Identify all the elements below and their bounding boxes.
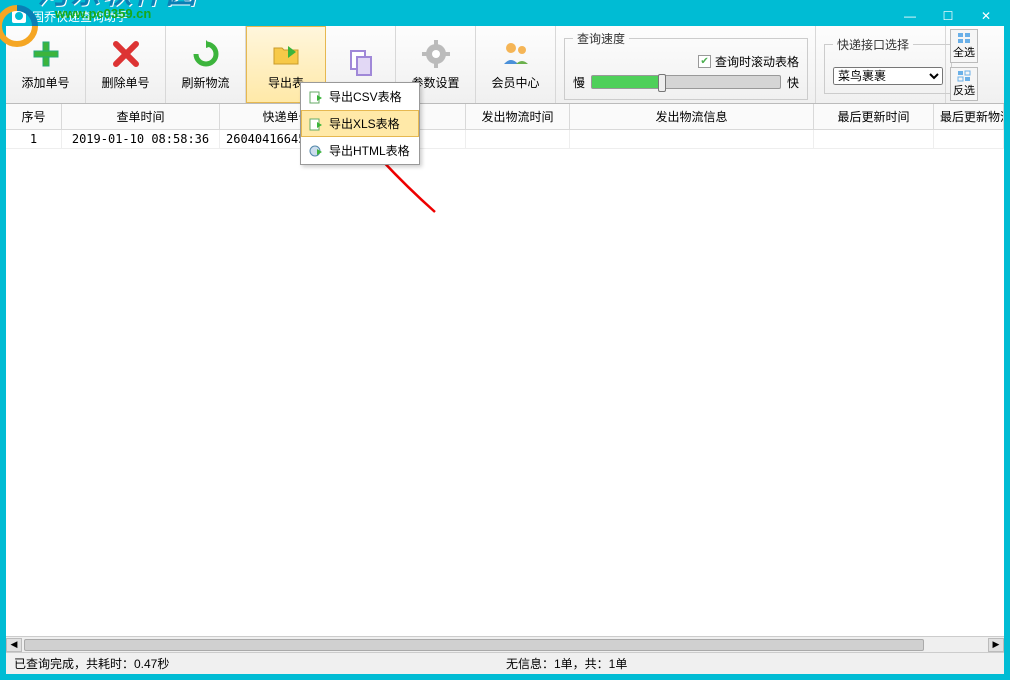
scroll-checkbox[interactable]: ✔ 查询时滚动表格 xyxy=(573,53,799,70)
speed-panel: 查询速度 ✔ 查询时滚动表格 慢 快 xyxy=(556,26,816,103)
cell-time[interactable]: 2019-01-10 08:58:36 xyxy=(62,130,220,149)
minimize-button[interactable]: — xyxy=(898,9,922,23)
member-button[interactable]: 会员中心 xyxy=(476,26,556,103)
toolbar: 添加单号 删除单号 刷新物流 导出表 参数设置 会员中心 查询速度 xyxy=(6,26,1004,104)
html-icon xyxy=(309,144,323,158)
refresh-icon xyxy=(190,38,222,70)
refresh-button[interactable]: 刷新物流 xyxy=(166,26,246,103)
add-order-button[interactable]: 添加单号 xyxy=(6,26,86,103)
invert-icon xyxy=(957,70,971,82)
gear-icon xyxy=(420,38,452,70)
data-grid[interactable]: 序号 查单时间 快递单号 发出物流时间 发出物流信息 最后更新时间 最后更新物流… xyxy=(6,104,1004,652)
maximize-button[interactable]: ☐ xyxy=(936,9,960,23)
csv-icon xyxy=(309,90,323,104)
interface-select[interactable]: 菜鸟裹裹 xyxy=(833,67,943,85)
col-sentinfo[interactable]: 发出物流信息 xyxy=(570,104,814,130)
col-senttime[interactable]: 发出物流时间 xyxy=(466,104,570,130)
plus-icon xyxy=(30,38,62,70)
status-right: 无信息：1单，共：1单 xyxy=(506,655,627,672)
select-all-button[interactable]: 全选 xyxy=(950,29,978,63)
people-icon xyxy=(500,38,532,70)
scroll-thumb[interactable] xyxy=(24,639,924,651)
scroll-right-arrow[interactable]: ▶ xyxy=(988,638,1004,652)
col-lastupdate[interactable]: 最后更新时间 xyxy=(814,104,934,130)
invert-select-button[interactable]: 反选 xyxy=(950,67,978,101)
col-querytime[interactable]: 查单时间 xyxy=(62,104,220,130)
statusbar: 已查询完成，共耗时：0.47秒 无信息：1单，共：1单 xyxy=(6,652,1004,674)
close-button[interactable]: ✕ xyxy=(974,9,998,23)
export-xls-item[interactable]: 导出XLS表格 xyxy=(301,110,419,137)
col-seq[interactable]: 序号 xyxy=(6,104,62,130)
horizontal-scrollbar[interactable]: ◀ ▶ xyxy=(6,636,1004,652)
folder-export-icon xyxy=(270,38,302,70)
x-icon xyxy=(110,38,142,70)
speed-slider[interactable] xyxy=(591,75,781,89)
select-all-icon xyxy=(957,32,971,44)
cell-seq[interactable]: 1 xyxy=(6,130,62,149)
copy-icon xyxy=(345,47,377,79)
status-left: 已查询完成，共耗时：0.47秒 xyxy=(14,655,169,672)
export-dropdown: 导出CSV表格 导出XLS表格 导出HTML表格 xyxy=(300,82,420,165)
col-lastlog[interactable]: 最后更新物流 xyxy=(934,104,1004,130)
app-icon xyxy=(12,9,26,23)
xls-icon xyxy=(309,117,323,131)
interface-panel: 快递接口选择 菜鸟裹裹 xyxy=(816,26,946,103)
window-title: 固乔快递查询助手 xyxy=(32,8,128,25)
export-html-item[interactable]: 导出HTML表格 xyxy=(301,137,419,164)
export-csv-item[interactable]: 导出CSV表格 xyxy=(301,83,419,110)
titlebar: 固乔快递查询助手 — ☐ ✕ xyxy=(6,6,1004,26)
delete-order-button[interactable]: 删除单号 xyxy=(86,26,166,103)
scroll-left-arrow[interactable]: ◀ xyxy=(6,638,22,652)
